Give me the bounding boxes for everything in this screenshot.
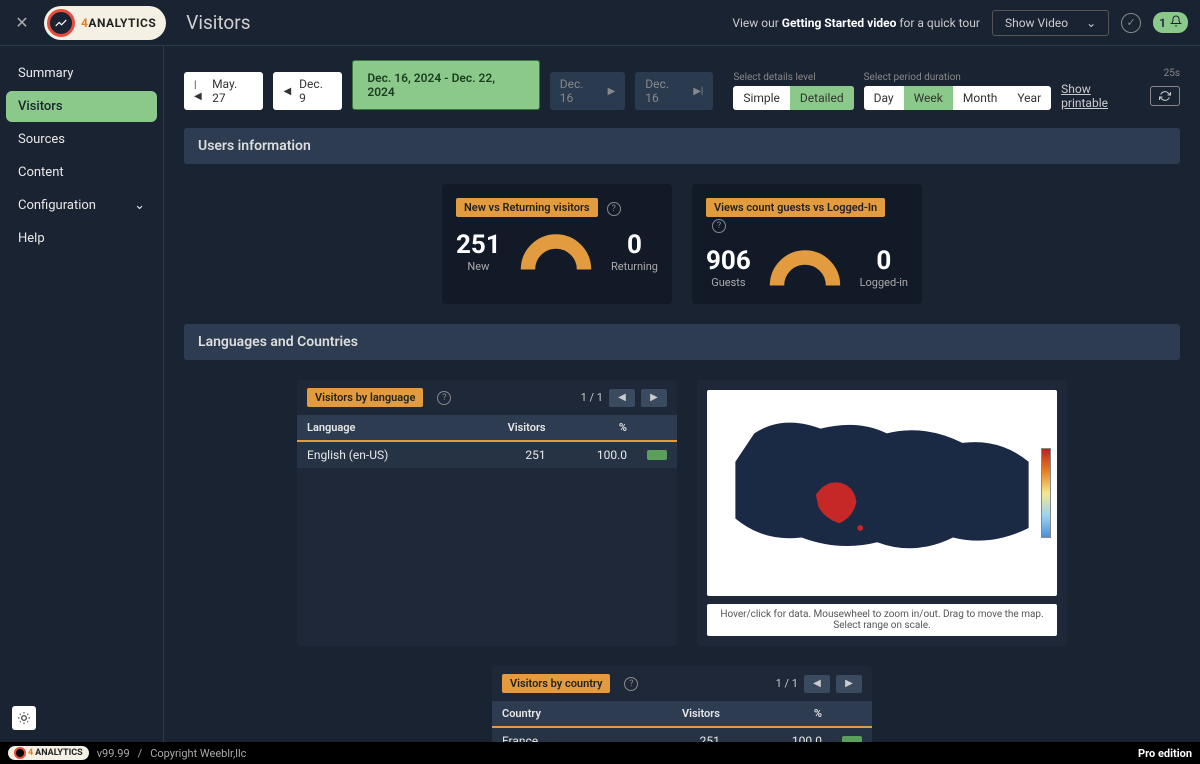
logo-text: 4ANALYTICS bbox=[81, 16, 156, 30]
pager-prev-button[interactable]: ◀ bbox=[804, 675, 830, 693]
main-content: |◀May. 27 ◀Dec. 9 Dec. 16, 2024 - Dec. 2… bbox=[164, 46, 1200, 742]
help-icon[interactable]: ? bbox=[624, 677, 638, 691]
help-icon[interactable]: ? bbox=[712, 219, 726, 233]
page-title: Visitors bbox=[186, 11, 250, 34]
last-icon: ▶| bbox=[693, 86, 703, 97]
footer-copyright: Copyright Weeblr,llc bbox=[150, 747, 246, 760]
sidebar-item-help[interactable]: Help bbox=[6, 223, 157, 254]
sidebar-item-sources[interactable]: Sources bbox=[6, 124, 157, 155]
details-level-toggle: Select details level Simple Detailed bbox=[733, 72, 853, 110]
pager-text: 1 / 1 bbox=[776, 677, 798, 690]
refresh-button[interactable] bbox=[1150, 86, 1180, 106]
table-row[interactable]: France 251 100.0 bbox=[492, 727, 872, 742]
first-icon: |◀ bbox=[194, 80, 204, 102]
refresh-timer: 25s bbox=[1164, 68, 1180, 79]
map-card: Hover/click for data. Mousewheel to zoom… bbox=[697, 380, 1067, 646]
prev-icon: ◀ bbox=[283, 86, 291, 97]
sidebar-item-content[interactable]: Content bbox=[6, 157, 157, 188]
help-icon[interactable]: ? bbox=[437, 391, 451, 405]
close-icon[interactable]: ✕ bbox=[12, 13, 32, 33]
kpi-logged-value: 0 bbox=[860, 246, 908, 276]
map-hint: Hover/click for data. Mousewheel to zoom… bbox=[707, 604, 1057, 636]
date-nav-prev[interactable]: ◀Dec. 9 bbox=[273, 72, 342, 110]
sidebar-item-visitors[interactable]: Visitors bbox=[6, 91, 157, 122]
country-table-card: Visitors by country ? 1 / 1 ◀ ▶ Country … bbox=[492, 666, 872, 742]
sidebar-item-summary[interactable]: Summary bbox=[6, 58, 157, 89]
country-table: Country Visitors % France 251 100.0 bbox=[492, 701, 872, 742]
show-video-button[interactable]: Show Video ⌄ bbox=[992, 10, 1109, 36]
pager-prev-button[interactable]: ◀ bbox=[609, 389, 635, 407]
table-row[interactable]: English (en-US) 251 100.0 bbox=[297, 441, 677, 468]
section-lang-countries: Languages and Countries bbox=[184, 324, 1180, 360]
map-scale-legend[interactable] bbox=[1041, 448, 1051, 538]
footer-version: v99.99 bbox=[97, 747, 130, 760]
language-table: Language Visitors % English (en-US) 251 … bbox=[297, 415, 677, 468]
logo-chart-icon bbox=[47, 9, 75, 37]
gauge-icon bbox=[765, 245, 845, 290]
logo[interactable]: 4ANALYTICS bbox=[44, 6, 166, 40]
check-status-icon[interactable]: ✓ bbox=[1121, 13, 1141, 33]
date-nav-next[interactable]: Dec. 16▶ bbox=[550, 72, 626, 110]
sidebar: Summary Visitors Sources Content Configu… bbox=[0, 46, 164, 742]
kpi-guests-value: 906 bbox=[706, 246, 751, 276]
pager-next-button[interactable]: ▶ bbox=[641, 389, 667, 407]
world-map[interactable] bbox=[707, 390, 1057, 596]
gauge-icon bbox=[516, 229, 596, 274]
notification-badge[interactable]: 1 bbox=[1153, 12, 1188, 33]
date-nav-first[interactable]: |◀May. 27 bbox=[184, 72, 263, 110]
show-printable-link[interactable]: Show printable bbox=[1061, 82, 1140, 110]
sidebar-item-configuration[interactable]: Configuration ⌄ bbox=[6, 190, 157, 221]
refresh-icon bbox=[1159, 90, 1171, 102]
kpi-guests-vs-logged: Views count guests vs Logged-In ? 906 Gu… bbox=[692, 184, 922, 304]
bell-icon bbox=[1170, 15, 1182, 30]
kpi-new-value: 251 bbox=[456, 230, 501, 260]
topbar: ✕ 4ANALYTICS Visitors View our Getting S… bbox=[0, 0, 1200, 46]
footer-edition: Pro edition bbox=[1138, 747, 1192, 760]
toolbar: |◀May. 27 ◀Dec. 9 Dec. 16, 2024 - Dec. 2… bbox=[164, 46, 1200, 120]
language-table-card: Visitors by language ? 1 / 1 ◀ ▶ Languag… bbox=[297, 380, 677, 646]
kpi-returning-value: 0 bbox=[611, 230, 658, 260]
theme-toggle-button[interactable] bbox=[12, 706, 36, 730]
details-simple-button[interactable]: Simple bbox=[733, 86, 790, 110]
help-icon[interactable]: ? bbox=[607, 202, 621, 216]
chevron-down-icon: ⌄ bbox=[134, 198, 145, 213]
period-day-button[interactable]: Day bbox=[864, 86, 904, 110]
chevron-down-icon: ⌄ bbox=[1086, 16, 1096, 30]
period-week-button[interactable]: Week bbox=[904, 86, 953, 110]
scroll-content[interactable]: Users information New vs Returning visit… bbox=[164, 120, 1200, 742]
footer-logo: 4ANALYTICS bbox=[8, 746, 89, 760]
period-month-button[interactable]: Month bbox=[953, 86, 1007, 110]
date-range-active[interactable]: Dec. 16, 2024 - Dec. 22, 2024 bbox=[352, 60, 539, 110]
period-year-button[interactable]: Year bbox=[1007, 86, 1051, 110]
sun-icon bbox=[17, 711, 31, 725]
tour-text: View our Getting Started video for a qui… bbox=[732, 16, 980, 30]
section-users-info: Users information bbox=[184, 128, 1180, 164]
next-icon: ▶ bbox=[608, 86, 616, 97]
pager-next-button[interactable]: ▶ bbox=[836, 675, 862, 693]
pager-text: 1 / 1 bbox=[581, 391, 603, 404]
details-detailed-button[interactable]: Detailed bbox=[790, 86, 854, 110]
period-duration-toggle: Select period duration Day Week Month Ye… bbox=[864, 72, 1052, 110]
footer: 4ANALYTICS v99.99 / Copyright Weeblr,llc… bbox=[0, 742, 1200, 764]
date-nav-last[interactable]: Dec. 16▶| bbox=[635, 72, 713, 110]
kpi-new-vs-returning: New vs Returning visitors ? 251 New 0 Re… bbox=[442, 184, 672, 304]
